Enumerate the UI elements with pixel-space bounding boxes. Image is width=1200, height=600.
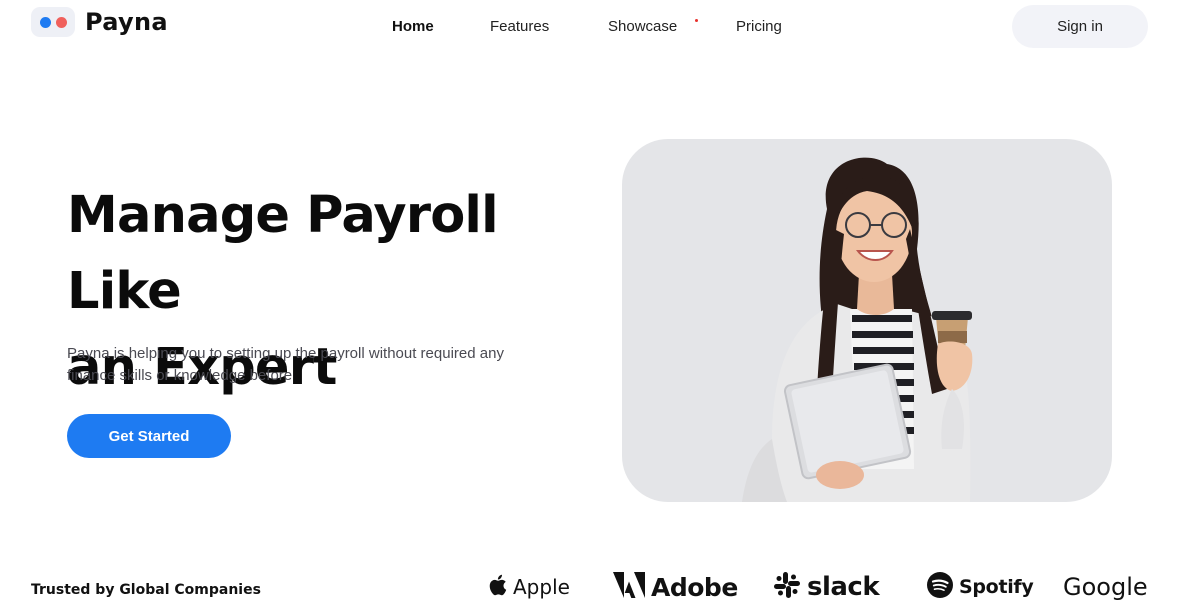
- brand-name-slack: slack: [807, 572, 880, 600]
- brand-name-spotify: Spotify: [959, 576, 1034, 598]
- nav-item-features[interactable]: Features: [490, 18, 549, 35]
- apple-icon: [487, 573, 507, 600]
- sign-in-button[interactable]: Sign in: [1012, 5, 1148, 48]
- spotify-icon: [927, 571, 953, 600]
- nav-item-pricing[interactable]: Pricing: [736, 18, 782, 35]
- hero-subtitle-line-2: finance skills or knowledge before: [67, 367, 293, 384]
- brand-logo-apple: Apple: [487, 572, 570, 600]
- brand-name-apple: Apple: [513, 575, 570, 599]
- businesswoman-illustration: [742, 157, 973, 502]
- notification-dot-icon: [695, 19, 698, 22]
- hero-subtitle: Payna is helping you to setting up the p…: [67, 343, 567, 387]
- get-started-button[interactable]: Get Started: [67, 414, 231, 458]
- brand-logo-google: Google: [1063, 572, 1148, 600]
- hero-subtitle-line-1: Payna is helping you to setting up the p…: [67, 345, 504, 362]
- brand-logo-adobe: Adobe: [613, 571, 738, 600]
- nav-item-showcase[interactable]: Showcase: [608, 18, 677, 35]
- trusted-label: Trusted by Global Companies: [31, 582, 261, 598]
- site-header: Payna Home Features Showcase Pricing Sig…: [0, 0, 1200, 56]
- slack-icon: [773, 571, 801, 600]
- brand-logo-slack: slack: [773, 571, 880, 600]
- hero-photo: [622, 139, 1112, 502]
- adobe-icon: [613, 571, 645, 600]
- hero-title-line-1: Manage Payroll Like: [67, 186, 499, 321]
- brand-name-adobe: Adobe: [651, 572, 738, 600]
- brand-name-google: Google: [1063, 573, 1148, 600]
- brand-logo-spotify: Spotify: [927, 571, 1034, 600]
- nav-item-home[interactable]: Home: [392, 18, 434, 35]
